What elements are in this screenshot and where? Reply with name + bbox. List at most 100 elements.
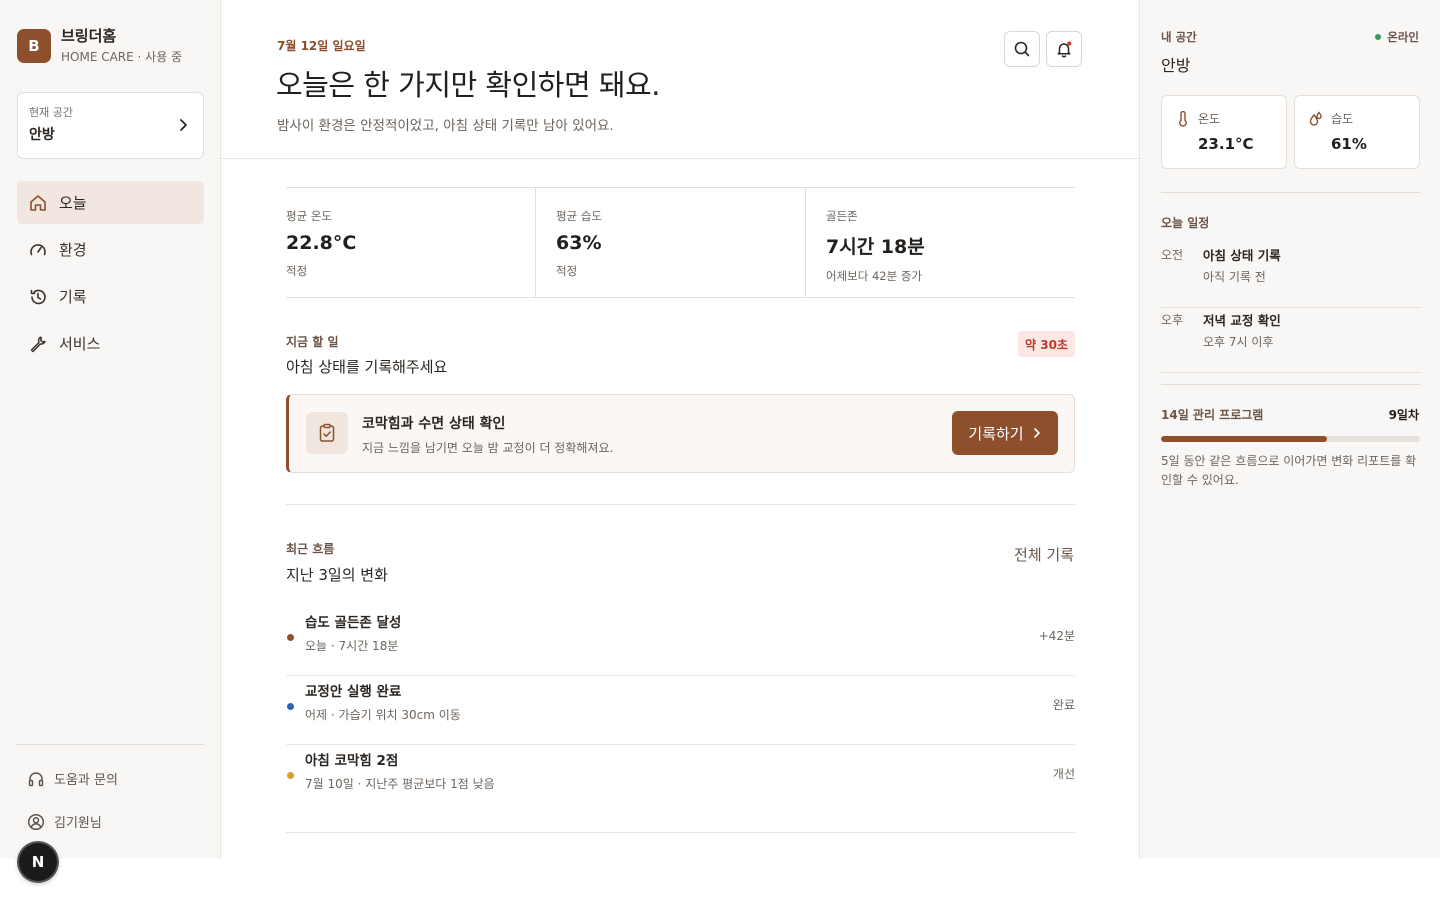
list-item-subtitle: 오늘 · 7시간 18분 <box>305 639 399 653</box>
humidity-label: 습도 <box>1331 112 1354 126</box>
brand-logo: B <box>17 28 51 63</box>
program-title: 14일 관리 프로그램 <box>1161 408 1264 422</box>
page-title: 오늘은 한 가지만 확인하면 돼요. <box>276 68 660 102</box>
stat-note: 어제보다 42분 증가 <box>826 269 923 283</box>
list-item-title: 습도 골든존 달성 <box>305 615 402 631</box>
stat-avg-humidity: 평균 습도 63% 적정 <box>535 188 805 297</box>
list-item-meta: 완료 <box>1052 698 1075 712</box>
sidebar: B 브링더홈 HOME CARE · 사용 중 현재 공간 안방 오늘 환경 기… <box>0 0 221 858</box>
humidity-value: 61% <box>1331 135 1367 153</box>
notifications-button[interactable] <box>1046 31 1082 67</box>
schedule-status: 아직 기록 전 <box>1203 270 1266 284</box>
headphones-icon <box>28 771 44 786</box>
bell-icon <box>1057 41 1072 58</box>
stat-note: 적정 <box>556 264 578 278</box>
stat-value: 63% <box>556 232 602 254</box>
program-note: 5일 동안 같은 흐름으로 이어가면 변화 리포트를 확인할 수 있어요. <box>1161 454 1417 487</box>
nav-item-history[interactable]: 기록 <box>17 275 204 318</box>
stat-avg-temperature: 평균 온도 22.8°C 적정 <box>286 188 535 297</box>
nav-label: 환경 <box>59 241 87 259</box>
list-item-title: 교정안 실행 완료 <box>305 684 402 700</box>
online-dot <box>1375 34 1382 40</box>
temperature-value: 23.1°C <box>1198 135 1254 153</box>
my-space-eyebrow: 내 공간 <box>1161 30 1197 44</box>
help-link-label: 도움과 문의 <box>54 773 118 788</box>
user-name: 김기원님 <box>54 816 102 831</box>
task-icon-wrap <box>306 412 348 454</box>
schedule-task: 저녁 교정 확인 <box>1203 313 1281 328</box>
schedule-item[interactable]: 오전 아침 상태 기록 아직 기록 전 <box>1161 244 1420 308</box>
list-item-title: 아침 코막힘 2점 <box>305 753 399 769</box>
main-content: 7월 12일 일요일 오늘은 한 가지만 확인하면 돼요. 밤사이 환경은 안정… <box>221 0 1139 900</box>
stat-label: 평균 습도 <box>556 209 602 223</box>
list-item-meta: 개선 <box>1052 767 1075 781</box>
temperature-card: 온도 23.1°C <box>1161 95 1287 169</box>
section-divider <box>286 504 1075 505</box>
stat-value: 7시간 18분 <box>826 236 925 258</box>
chevron-right-icon <box>1033 428 1040 438</box>
list-item[interactable]: 아침 코막힘 2점 7월 10일 · 지난주 평균보다 1점 낮음 개선 <box>286 746 1075 814</box>
online-label: 온라인 <box>1387 30 1419 44</box>
wrench-icon <box>30 335 46 352</box>
stat-note: 적정 <box>286 264 308 278</box>
program-progress-bar <box>1161 436 1420 442</box>
panel-divider <box>1161 192 1420 193</box>
nav-item-today[interactable]: 오늘 <box>17 181 204 224</box>
space-selector-value: 안방 <box>29 127 55 143</box>
temperature-label: 온도 <box>1198 112 1221 126</box>
page-date: 7월 12일 일요일 <box>277 39 366 53</box>
task-title: 코막힘과 수면 상태 확인 <box>362 416 506 432</box>
stats-summary: 평균 온도 22.8°C 적정 평균 습도 63% 적정 골든존 7시간 18분… <box>286 187 1075 298</box>
task-description: 지금 느낌을 남기면 오늘 밤 교정이 더 정확해져요. <box>362 441 614 455</box>
stat-value: 22.8°C <box>286 232 357 254</box>
user-circle-icon <box>27 813 45 830</box>
section-divider <box>286 832 1075 833</box>
chevron-right-icon <box>180 119 187 131</box>
schedule-task: 아침 상태 기록 <box>1203 248 1281 263</box>
stat-golden-zone: 골든존 7시간 18분 어제보다 42분 증가 <box>805 188 1075 297</box>
nav-label: 오늘 <box>59 194 87 212</box>
schedule-time: 오전 <box>1161 248 1184 262</box>
page-subtitle: 밤사이 환경은 안정적이었고, 아침 상태 기록만 남아 있어요. <box>277 118 614 134</box>
status-dot <box>287 772 294 779</box>
nav-item-environment[interactable]: 환경 <box>17 228 204 271</box>
todo-eyebrow: 지금 할 일 <box>286 335 339 349</box>
gauge-icon <box>30 243 46 255</box>
list-item[interactable]: 교정안 실행 완료 어제 · 가습기 위치 30cm 이동 완료 <box>286 677 1075 745</box>
view-all-history-link[interactable]: 전체 기록 <box>1014 544 1074 565</box>
dev-tools-badge[interactable]: N <box>19 843 57 881</box>
panel-divider <box>1161 384 1420 385</box>
user-profile-link[interactable]: 김기원님 <box>27 812 102 831</box>
brand-name: 브링더홈 <box>61 27 117 45</box>
sidebar-divider <box>16 744 204 745</box>
online-status: 온라인 <box>1375 29 1419 45</box>
stat-label: 평균 온도 <box>286 209 332 223</box>
room-name: 안방 <box>1161 56 1191 75</box>
nav-item-service[interactable]: 서비스 <box>17 322 204 365</box>
thermometer-icon <box>1179 110 1187 127</box>
program-day: 9일차 <box>1388 408 1419 422</box>
clipboard-check-icon <box>319 423 335 442</box>
stat-label: 골든존 <box>826 209 858 223</box>
brand-subtitle: HOME CARE · 사용 중 <box>61 50 183 64</box>
schedule-time: 오후 <box>1161 313 1184 327</box>
home-icon <box>30 194 46 211</box>
right-panel: 내 공간 온라인 안방 온도 23.1°C 습도 61% 오늘 일정 오전 아침… <box>1139 0 1440 858</box>
humidity-card: 습도 61% <box>1294 95 1420 169</box>
list-item[interactable]: 습도 골든존 달성 오늘 · 7시간 18분 +42분 <box>286 608 1075 676</box>
nav-label: 기록 <box>59 288 87 306</box>
task-card: 코막힘과 수면 상태 확인 지금 느낌을 남기면 오늘 밤 교정이 더 정확해져… <box>286 394 1075 473</box>
space-selector[interactable]: 현재 공간 안방 <box>17 92 204 159</box>
todo-title: 아침 상태를 기록해주세요 <box>286 358 448 376</box>
search-icon <box>1014 41 1030 57</box>
space-selector-label: 현재 공간 <box>29 106 73 119</box>
recent-title: 지난 3일의 변화 <box>286 566 388 584</box>
time-estimate-badge: 약 30초 <box>1018 331 1075 357</box>
help-link[interactable]: 도움과 문의 <box>27 769 118 788</box>
schedule-item[interactable]: 오후 저녁 교정 확인 오후 7시 이후 <box>1161 309 1420 373</box>
recent-eyebrow: 최근 흐름 <box>286 542 335 556</box>
list-item-meta: +42분 <box>1038 629 1075 643</box>
record-button[interactable]: 기록하기 <box>952 411 1058 455</box>
search-button[interactable] <box>1004 31 1040 67</box>
list-item-subtitle: 어제 · 가습기 위치 30cm 이동 <box>305 708 461 722</box>
